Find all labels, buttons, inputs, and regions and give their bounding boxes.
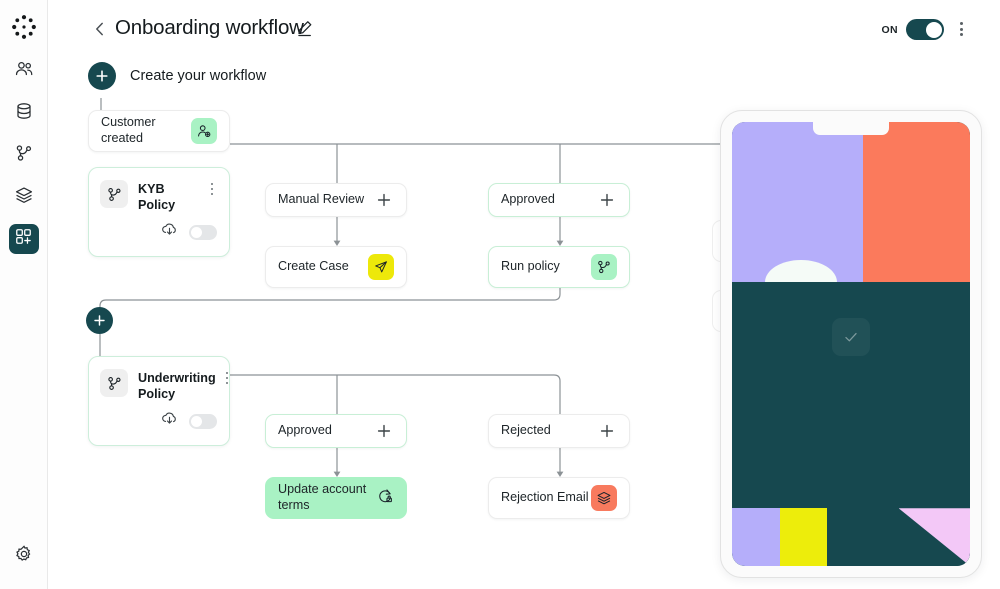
kyb-policy-toggle-knob — [191, 226, 202, 238]
node-approved-bottom[interactable]: Approved — [265, 414, 407, 448]
node-kyb-policy[interactable]: KYB Policy — [88, 167, 230, 257]
node-manual-review-label: Manual Review — [278, 192, 365, 206]
device-notch — [813, 122, 889, 135]
node-approved-top-label: Approved — [501, 192, 555, 206]
user-add-icon — [191, 118, 217, 144]
sidebar-item-layers[interactable] — [9, 182, 39, 212]
node-create-case[interactable]: Create Case — [265, 246, 407, 288]
add-step-after-approved-bottom[interactable] — [374, 421, 394, 441]
sidebar-item-settings[interactable] — [9, 541, 39, 571]
sidebar — [0, 0, 48, 589]
sidebar-item-policies[interactable] — [9, 140, 39, 170]
cloud-download-icon[interactable] — [160, 220, 179, 244]
screen-block-orange-top — [862, 122, 970, 282]
kyb-policy-footer — [160, 220, 217, 244]
node-rejection-email[interactable]: Rejection Email — [488, 477, 630, 519]
cloud-download-icon[interactable] — [160, 409, 179, 433]
node-run-policy[interactable]: Run policy — [488, 246, 630, 288]
refresh-lock-icon — [376, 487, 394, 510]
underwriting-policy-footer — [160, 409, 217, 433]
kyb-policy-toggle[interactable] — [189, 224, 217, 240]
node-underwriting-policy-label: Underwriting Policy — [138, 371, 216, 401]
node-update-account-terms[interactable]: Update account terms — [265, 477, 407, 519]
node-run-policy-label: Run policy — [501, 259, 560, 273]
node-customer-created[interactable]: Customer created — [88, 110, 230, 152]
add-step-after-approved-top[interactable] — [597, 190, 617, 210]
main-area: Onboarding workflow ON Create your workf… — [48, 0, 1000, 589]
node-underwriting-policy-menu[interactable] — [225, 369, 229, 387]
grid-plus-icon — [14, 227, 33, 251]
policy-branch-icon — [100, 180, 128, 208]
underwriting-policy-toggle-knob — [191, 415, 202, 427]
node-underwriting-policy[interactable]: Underwriting Policy — [88, 356, 230, 446]
node-kyb-policy-menu[interactable] — [205, 180, 219, 198]
node-rejected-label: Rejected — [501, 423, 551, 437]
device-screen — [732, 122, 970, 566]
gear-icon — [14, 544, 34, 569]
node-customer-created-label: Customer created — [101, 115, 156, 145]
sidebar-item-workflows[interactable] — [8, 224, 39, 254]
workflow-canvas: Customer created KYB Policy Manual Revie… — [48, 0, 1000, 589]
node-manual-review[interactable]: Manual Review — [265, 183, 407, 217]
screen-block-yellow-bottom — [779, 508, 828, 566]
add-step-after-rejected[interactable] — [597, 421, 617, 441]
node-approved-top[interactable]: Approved — [488, 183, 630, 217]
node-rejection-email-label: Rejection Email — [501, 490, 589, 504]
users-icon — [14, 59, 34, 84]
underwriting-policy-head: Underwriting Policy — [89, 357, 229, 402]
database-icon — [14, 101, 34, 126]
policy-branch-icon — [100, 369, 128, 397]
node-create-case-label: Create Case — [278, 259, 349, 273]
policy-branch-icon — [591, 254, 617, 280]
policy-branch-icon — [14, 143, 34, 168]
sidebar-item-customers[interactable] — [9, 56, 39, 86]
check-icon — [832, 318, 870, 356]
kyb-policy-head: KYB Policy — [89, 168, 229, 213]
canvas-add-step-button[interactable] — [86, 307, 113, 334]
screen-block-purple-top — [732, 122, 863, 282]
workflow-app: Onboarding workflow ON Create your workf… — [0, 0, 1000, 589]
layers-icon — [14, 185, 34, 210]
add-step-after-manual-review[interactable] — [374, 190, 394, 210]
node-approved-bottom-label: Approved — [278, 423, 332, 437]
node-kyb-policy-label: KYB Policy — [138, 182, 176, 212]
device-preview[interactable] — [720, 110, 982, 578]
node-rejected[interactable]: Rejected — [488, 414, 630, 448]
app-logo-icon[interactable] — [7, 10, 41, 44]
sidebar-item-data[interactable] — [9, 98, 39, 128]
node-update-account-terms-label: Update account terms — [278, 482, 367, 512]
layers-icon — [591, 485, 617, 511]
screen-block-purple-bottom — [732, 508, 780, 566]
send-icon — [368, 254, 394, 280]
underwriting-policy-toggle[interactable] — [189, 413, 217, 429]
